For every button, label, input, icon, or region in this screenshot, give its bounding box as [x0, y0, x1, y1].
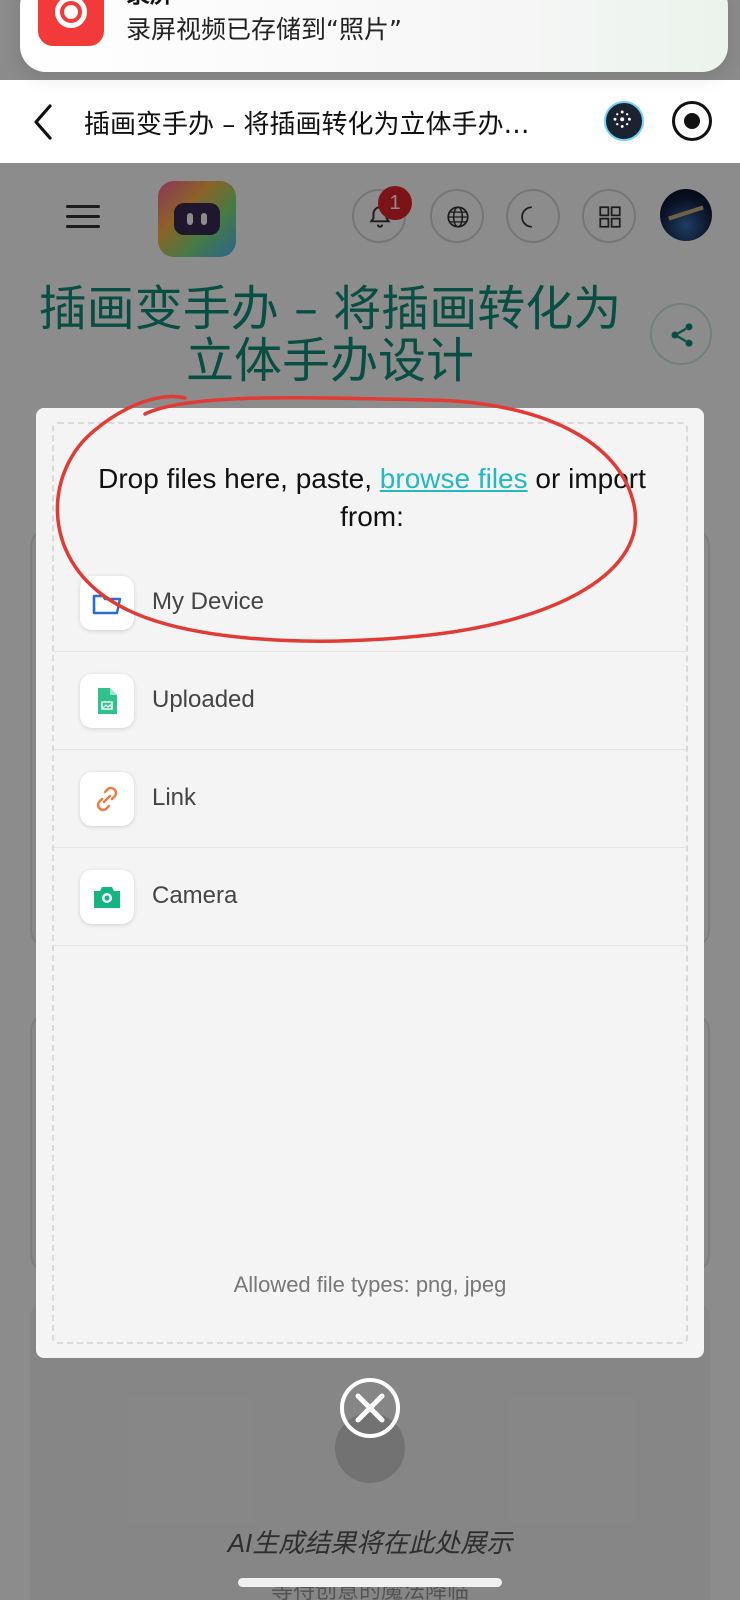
image-file-icon — [80, 674, 134, 728]
browser-bar: 插画变手办 – 将插画转化为立体手办… — [0, 80, 740, 163]
source-label: Link — [152, 784, 197, 811]
browser-page-title: 插画变手办 – 将插画转化为立体手办… — [84, 110, 530, 140]
notification-message: 录屏视频已存储到“照片” — [126, 15, 402, 44]
back-arrow-icon[interactable] — [26, 100, 62, 144]
close-icon[interactable] — [338, 1376, 402, 1440]
import-source-list: My Device Uploaded Link Camera — [54, 554, 686, 946]
notification-banner[interactable]: 录屏 录屏视频已存储到“照片” 完毕 — [20, 0, 728, 72]
notification-app-name: 录屏 — [126, 0, 174, 9]
drop-text-prefix: Drop files here, paste, — [98, 463, 380, 494]
allowed-file-types: Allowed file types: png, jpeg — [233, 1272, 507, 1297]
browse-files-link[interactable]: browse files — [380, 463, 528, 494]
mini-program-icon[interactable] — [604, 101, 644, 141]
link-icon — [80, 772, 134, 826]
record-icon[interactable] — [672, 101, 712, 141]
source-camera[interactable]: Camera — [54, 848, 686, 946]
source-label: Uploaded — [152, 686, 255, 713]
screen-record-icon — [38, 0, 104, 46]
drop-instructions: Drop files here, paste, browse files or … — [74, 460, 670, 536]
drop-zone[interactable]: Drop files here, paste, browse files or … — [52, 422, 688, 1344]
home-indicator[interactable] — [238, 1578, 502, 1587]
source-my-device[interactable]: My Device — [54, 554, 686, 652]
upload-modal: Drop files here, paste, browse files or … — [36, 408, 704, 1358]
source-label: My Device — [152, 588, 265, 615]
folder-icon — [80, 576, 134, 630]
source-label: Camera — [152, 882, 238, 909]
camera-icon — [80, 870, 134, 924]
source-link[interactable]: Link — [54, 750, 686, 848]
source-uploaded[interactable]: Uploaded — [54, 652, 686, 750]
